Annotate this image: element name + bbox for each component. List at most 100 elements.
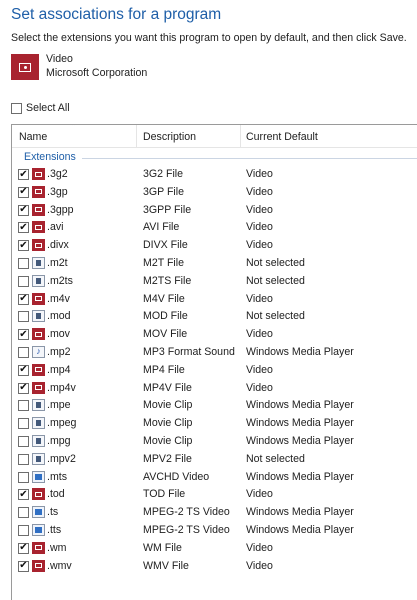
- video-file-icon: [32, 559, 45, 572]
- table-row[interactable]: .mpeg Movie Clip Windows Media Player: [12, 414, 417, 432]
- table-row[interactable]: .mod MOD File Not selected: [12, 307, 417, 325]
- video-file-icon: [32, 488, 45, 501]
- row-checkbox[interactable]: ✔: [18, 293, 29, 305]
- description: MP3 Format Sound: [143, 345, 235, 358]
- extension-name: .mpg: [47, 434, 71, 447]
- row-checkbox[interactable]: [18, 507, 29, 519]
- description: TOD File: [143, 488, 186, 501]
- extension-name: .mpeg: [47, 417, 77, 430]
- row-checkbox[interactable]: ✔: [18, 222, 29, 234]
- row-checkbox[interactable]: [18, 418, 29, 430]
- row-checkbox[interactable]: ✔: [18, 186, 29, 198]
- current-default: Not selected: [246, 274, 305, 287]
- current-default: Not selected: [246, 310, 305, 323]
- generic-file-icon: [32, 310, 45, 323]
- column-header-name[interactable]: Name: [19, 131, 47, 143]
- current-default: Video: [246, 292, 273, 305]
- row-checkbox[interactable]: ✔: [18, 240, 29, 252]
- table-row[interactable]: ✔ .mov MOV File Video: [12, 325, 417, 343]
- instructions-text: Select the extensions you want this prog…: [11, 32, 407, 44]
- description: 3GPP File: [143, 203, 192, 216]
- extension-name: .tts: [47, 523, 62, 536]
- description: MP4 File: [143, 363, 185, 376]
- extension-name: .mov: [47, 328, 70, 341]
- description: M4V File: [143, 292, 185, 305]
- generic-file-icon: [32, 417, 45, 430]
- table-row[interactable]: ✔ .divx DIVX File Video: [12, 236, 417, 254]
- table-row[interactable]: ✔ .wmv WMV File Video: [12, 557, 417, 575]
- table-row[interactable]: .mts AVCHD Video Windows Media Player: [12, 468, 417, 486]
- table-row[interactable]: .tts MPEG-2 TS Video Windows Media Player: [12, 521, 417, 539]
- row-checkbox[interactable]: [18, 400, 29, 412]
- row-checkbox[interactable]: [18, 257, 29, 269]
- video-file-icon: [32, 203, 45, 216]
- row-checkbox[interactable]: [18, 453, 29, 465]
- extension-name: .divx: [47, 239, 69, 252]
- extension-name: .ts: [47, 506, 59, 519]
- video-file-icon: [32, 185, 45, 198]
- row-checkbox[interactable]: ✔: [18, 542, 29, 554]
- current-default: Windows Media Player: [246, 399, 354, 412]
- table-row[interactable]: ✔ .tod TOD File Video: [12, 485, 417, 503]
- row-checkbox[interactable]: [18, 311, 29, 323]
- current-default: Not selected: [246, 256, 305, 269]
- row-checkbox[interactable]: [18, 346, 29, 358]
- media-player-file-icon: [32, 523, 45, 536]
- associations-list[interactable]: ⌃ Name Description Current Default Exten…: [11, 124, 417, 600]
- row-checkbox[interactable]: [18, 524, 29, 536]
- column-header-description[interactable]: Description: [143, 131, 196, 143]
- row-checkbox[interactable]: [18, 471, 29, 483]
- current-default: Video: [246, 541, 273, 554]
- description: M2T File: [143, 256, 185, 269]
- select-all-box[interactable]: [11, 102, 22, 114]
- row-checkbox[interactable]: ✔: [18, 169, 29, 180]
- description: MOD File: [143, 310, 188, 323]
- row-checkbox[interactable]: ✔: [18, 329, 29, 341]
- extension-name: .mp4: [47, 363, 71, 376]
- select-all-checkbox[interactable]: Select All: [11, 102, 70, 114]
- row-checkbox[interactable]: ✔: [18, 204, 29, 216]
- table-row[interactable]: ♪ .mp2 MP3 Format Sound Windows Media Playe…: [12, 343, 417, 361]
- video-file-icon: [32, 168, 45, 180]
- current-default: Windows Media Player: [246, 417, 354, 430]
- row-checkbox[interactable]: ✔: [18, 560, 29, 572]
- generic-file-icon: [32, 274, 45, 287]
- table-row[interactable]: ✔ .3g2 3G2 File Video: [12, 165, 417, 183]
- current-default: Windows Media Player: [246, 506, 354, 519]
- row-checkbox[interactable]: [18, 275, 29, 287]
- table-row[interactable]: ✔ .wm WM File Video: [12, 539, 417, 557]
- table-row[interactable]: .mpe Movie Clip Windows Media Player: [12, 396, 417, 414]
- table-row[interactable]: .m2ts M2TS File Not selected: [12, 272, 417, 290]
- extension-name: .mpe: [47, 399, 71, 412]
- table-row[interactable]: ✔ .mp4v MP4V File Video: [12, 379, 417, 397]
- row-checkbox[interactable]: ✔: [18, 364, 29, 376]
- row-checkbox[interactable]: ✔: [18, 382, 29, 394]
- row-checkbox[interactable]: [18, 435, 29, 447]
- row-checkbox[interactable]: ✔: [18, 489, 29, 501]
- table-row[interactable]: .mpv2 MPV2 File Not selected: [12, 450, 417, 468]
- current-default: Not selected: [246, 452, 305, 465]
- current-default: Windows Media Player: [246, 345, 354, 358]
- current-default: Windows Media Player: [246, 470, 354, 483]
- extension-name: .3gp: [47, 185, 68, 198]
- table-row[interactable]: ✔ .m4v M4V File Video: [12, 290, 417, 308]
- video-file-icon: [32, 328, 45, 341]
- current-default: Video: [246, 328, 273, 341]
- table-row[interactable]: ✔ .mp4 MP4 File Video: [12, 361, 417, 379]
- extension-name: .mp2: [47, 345, 71, 358]
- current-default: Windows Media Player: [246, 523, 354, 536]
- table-row[interactable]: .m2t M2T File Not selected: [12, 254, 417, 272]
- video-app-icon: [11, 54, 39, 80]
- table-row[interactable]: .ts MPEG-2 TS Video Windows Media Player: [12, 503, 417, 521]
- music-note-icon: ♪: [32, 345, 45, 358]
- table-row[interactable]: ✔ .avi AVI File Video: [12, 218, 417, 236]
- table-row[interactable]: .mpg Movie Clip Windows Media Player: [12, 432, 417, 450]
- column-header-current-default[interactable]: Current Default: [246, 131, 318, 143]
- description: Movie Clip: [143, 434, 193, 447]
- program-company: Microsoft Corporation: [46, 67, 148, 79]
- description: MPV2 File: [143, 452, 192, 465]
- table-row[interactable]: ✔ .3gp 3GP File Video: [12, 183, 417, 201]
- program-name: Video: [46, 53, 73, 65]
- table-row[interactable]: ✔ .3gpp 3GPP File Video: [12, 201, 417, 219]
- generic-file-icon: [32, 452, 45, 465]
